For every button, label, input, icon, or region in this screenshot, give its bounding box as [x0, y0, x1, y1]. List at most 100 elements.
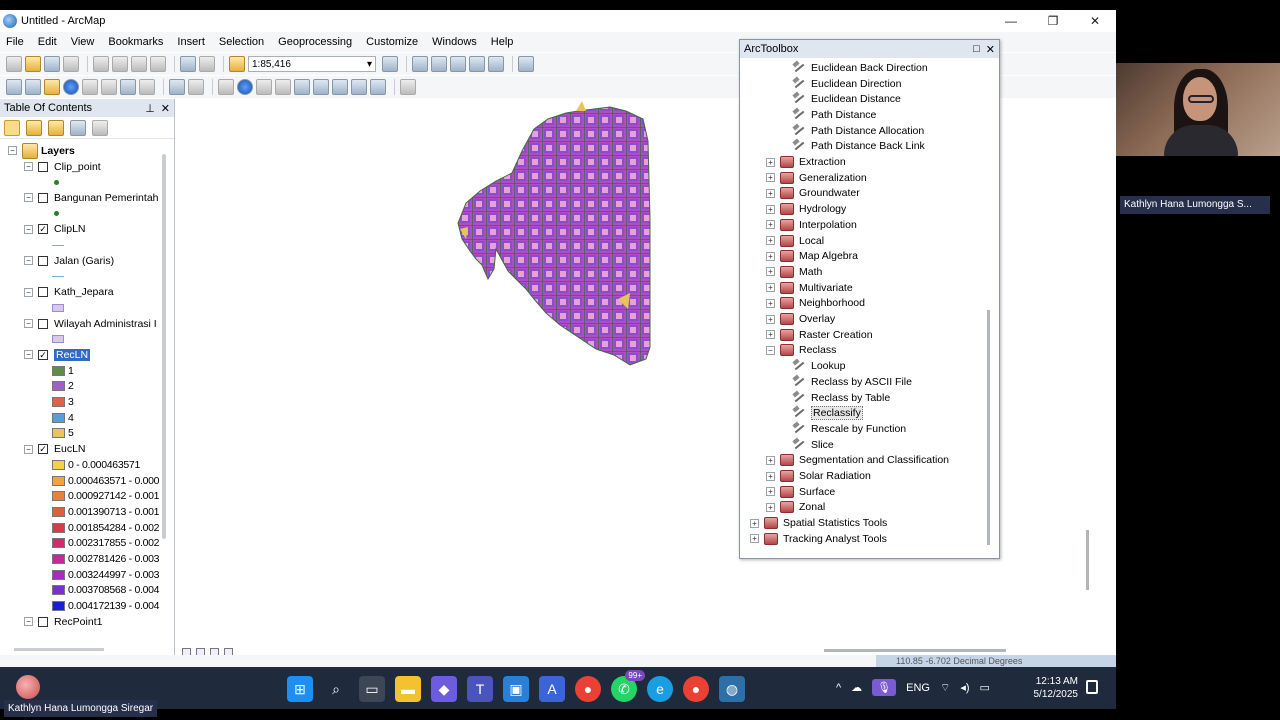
go-to-xy-icon[interactable]	[351, 79, 367, 95]
toolset-item[interactable]: + Groundwater	[766, 186, 860, 202]
create-viewer-window-icon[interactable]	[400, 79, 416, 95]
zoom-out-icon[interactable]	[25, 79, 41, 95]
menu-edit[interactable]: Edit	[38, 36, 57, 48]
toolset-item[interactable]: + Multivariate	[766, 280, 853, 296]
onedrive-icon[interactable]: ☁	[851, 681, 862, 694]
teams-icon[interactable]: T	[467, 676, 493, 702]
expand-icon[interactable]: +	[750, 518, 759, 528]
tool-item[interactable]: Reclass by Table	[792, 390, 890, 406]
tool-item[interactable]: Rescale by Function	[792, 421, 906, 437]
layer-name[interactable]: Bangunan Pemerintah	[54, 192, 159, 204]
menu-customize[interactable]: Customize	[366, 36, 418, 48]
arcmap-taskbar-icon[interactable]: ◍	[719, 676, 745, 702]
layer-name[interactable]: ClipLN	[54, 223, 86, 235]
toolbox-scrollbar[interactable]	[987, 310, 990, 545]
collapse-icon[interactable]: −	[24, 444, 33, 454]
add-data-icon[interactable]	[229, 56, 245, 72]
collapse-icon[interactable]: −	[24, 256, 33, 266]
collapse-icon[interactable]: −	[766, 345, 775, 355]
toolset-item[interactable]: + Local	[766, 233, 824, 249]
checked-checkbox[interactable]: ✓	[38, 349, 48, 360]
unchecked-checkbox[interactable]	[38, 616, 48, 627]
pan-icon[interactable]	[44, 79, 60, 95]
tool-item[interactable]: Path Distance Allocation	[792, 123, 924, 139]
expand-icon[interactable]: +	[766, 283, 775, 293]
toolset-item[interactable]: + Overlay	[766, 311, 835, 327]
save-icon[interactable]	[44, 56, 60, 72]
layer-item[interactable]: − Wilayah Administrasi I	[24, 316, 157, 332]
chrome-icon[interactable]: ●	[575, 676, 601, 702]
expand-icon[interactable]: +	[766, 251, 775, 261]
tool-item[interactable]: Path Distance Back Link	[792, 139, 925, 155]
select-elements-icon[interactable]	[218, 79, 234, 95]
toolset-item[interactable]: + Extraction	[766, 154, 846, 170]
layer-name[interactable]: Wilayah Administrasi I	[54, 318, 157, 330]
float-icon[interactable]: □	[973, 43, 980, 56]
print-icon[interactable]	[63, 56, 79, 72]
find-icon[interactable]	[313, 79, 329, 95]
toolset-item[interactable]: − Reclass	[766, 343, 836, 359]
chevron-up-icon[interactable]: ^	[836, 682, 841, 694]
list-by-visibility-icon[interactable]	[48, 119, 64, 136]
clear-selection-icon[interactable]	[188, 79, 204, 95]
collapse-icon[interactable]: −	[24, 287, 33, 297]
layer-name[interactable]: Kath_Jepara	[54, 286, 114, 298]
close-window-button[interactable]: ✕	[1074, 10, 1116, 32]
toolset-item[interactable]: + Hydrology	[766, 201, 846, 217]
toolset-item[interactable]: + Tracking Analyst Tools	[750, 531, 887, 547]
wifi-icon[interactable]: ⌔	[940, 681, 950, 695]
azure-icon[interactable]: A	[539, 676, 565, 702]
map-horizontal-scrollbar[interactable]	[824, 649, 1006, 652]
map-vertical-scrollbar[interactable]	[1086, 530, 1089, 590]
search-icon[interactable]: ⌕	[323, 676, 349, 702]
toolset-item[interactable]: + Surface	[766, 484, 835, 500]
delete-icon[interactable]	[150, 56, 166, 72]
notification-icon[interactable]	[1086, 680, 1098, 694]
microsoft-store-icon[interactable]: ▣	[503, 676, 529, 702]
layer-name[interactable]: RecLN	[54, 348, 91, 361]
layer-item[interactable]: − ✓ ClipLN	[24, 222, 86, 238]
expand-icon[interactable]: +	[766, 157, 775, 167]
expand-icon[interactable]: +	[766, 455, 775, 465]
select-features-icon[interactable]	[169, 79, 185, 95]
open-folder-icon[interactable]	[25, 56, 41, 72]
toolset-item[interactable]: + Zonal	[766, 500, 825, 516]
checked-checkbox[interactable]: ✓	[38, 224, 48, 235]
tool-item[interactable]: Reclassify	[792, 405, 863, 421]
unchecked-checkbox[interactable]	[38, 192, 48, 203]
expand-icon[interactable]: +	[766, 298, 775, 308]
toolset-item[interactable]: + Spatial Statistics Tools	[750, 515, 887, 531]
expand-icon[interactable]: +	[750, 534, 759, 544]
editor-toolbar-icon[interactable]	[382, 56, 398, 72]
menu-selection[interactable]: Selection	[219, 36, 264, 48]
menu-windows[interactable]: Windows	[432, 36, 477, 48]
file-explorer-icon[interactable]: ▬	[395, 676, 421, 702]
close-icon[interactable]: ✕	[986, 43, 995, 56]
next-extent-icon[interactable]	[139, 79, 155, 95]
collapse-icon[interactable]: −	[24, 224, 33, 234]
collapse-icon[interactable]: −	[24, 350, 33, 360]
battery-icon[interactable]: ▭	[980, 681, 990, 694]
menu-geoprocessing[interactable]: Geoprocessing	[278, 36, 352, 48]
expand-icon[interactable]: +	[766, 188, 775, 198]
layer-item[interactable]: − RecPoint1	[24, 614, 102, 630]
catalog-icon[interactable]	[431, 56, 447, 72]
whatsapp-icon[interactable]: ✆ 99+	[611, 670, 645, 702]
expand-icon[interactable]: +	[766, 330, 775, 340]
unchecked-checkbox[interactable]	[38, 255, 48, 266]
table-of-contents-icon[interactable]	[412, 56, 428, 72]
checked-checkbox[interactable]: ✓	[38, 444, 48, 455]
expand-icon[interactable]: +	[766, 236, 775, 246]
toc-options-icon[interactable]	[92, 119, 108, 136]
close-icon[interactable]: ✕	[161, 102, 170, 115]
toolset-item[interactable]: + Interpolation	[766, 217, 857, 233]
identify-icon[interactable]	[237, 79, 253, 95]
layer-name[interactable]: Clip_point	[54, 161, 101, 173]
full-extent-icon[interactable]	[63, 79, 79, 95]
collapse-icon[interactable]: −	[24, 319, 33, 329]
expand-icon[interactable]: +	[766, 314, 775, 324]
collapse-icon[interactable]: −	[24, 193, 33, 203]
expand-icon[interactable]: +	[766, 267, 775, 277]
tool-item[interactable]: Slice	[792, 437, 834, 453]
redo-icon[interactable]	[199, 56, 215, 72]
